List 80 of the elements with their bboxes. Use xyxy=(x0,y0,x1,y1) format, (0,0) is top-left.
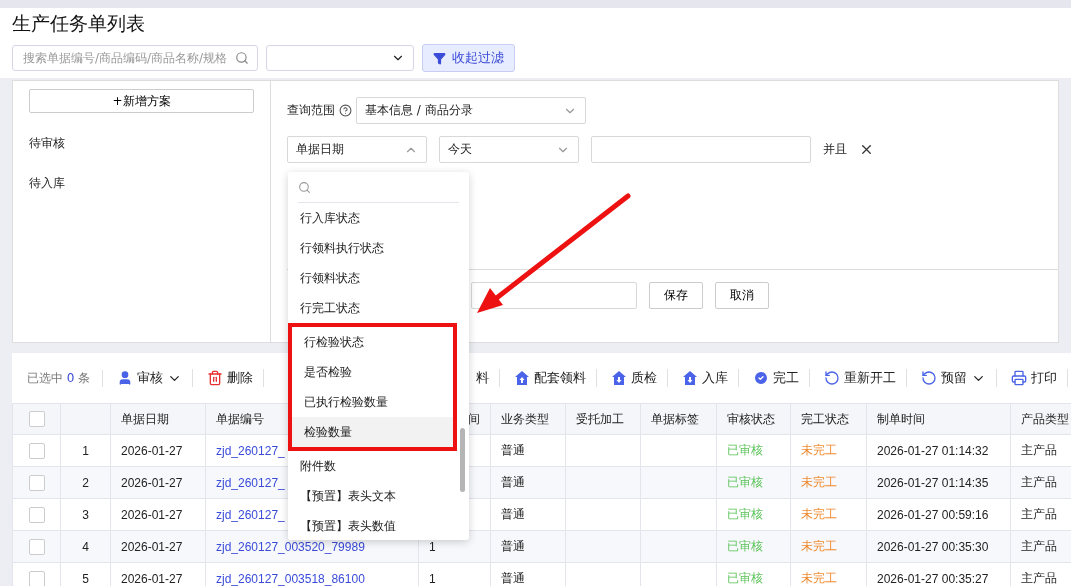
table-cell: 2026-01-27 xyxy=(110,434,206,467)
toolbar-button[interactable]: 打印 xyxy=(997,369,1069,387)
column-header: 受托加工 xyxy=(565,403,641,435)
scheme-item[interactable]: 待审核 xyxy=(29,135,254,153)
selected-count: 已选中 0 条 xyxy=(27,369,104,387)
table-cell: 2026-01-27 00:59:16 xyxy=(866,498,1011,531)
scheme-name-field[interactable] xyxy=(471,282,637,309)
print-icon xyxy=(1011,370,1028,386)
dropdown-item[interactable]: 【预置】表头数值 xyxy=(288,511,449,540)
toolbar-button[interactable]: 完工 xyxy=(739,369,811,387)
column-header: 单据标签 xyxy=(640,403,717,435)
table-cell: 1 xyxy=(60,434,111,467)
table-cell: 普通 xyxy=(490,530,566,563)
column-header: 制单时间 xyxy=(866,403,1011,435)
search-field[interactable]: 搜索单据编号/商品编码/商品名称/规格 xyxy=(12,45,258,71)
filter-icon xyxy=(433,51,446,65)
table-cell: 未完工 xyxy=(790,434,867,467)
table-cell: 未完工 xyxy=(790,498,867,531)
restart-icon xyxy=(921,370,938,386)
select-field[interactable] xyxy=(266,45,414,71)
toolbar-button[interactable]: 删除 xyxy=(193,369,265,387)
collapse-filter-button[interactable]: 收起过滤 xyxy=(422,44,515,72)
table-cell: 未完工 xyxy=(790,530,867,563)
column-header: 业务类型 xyxy=(490,403,566,435)
table-cell: 4 xyxy=(60,530,111,563)
checkbox[interactable] xyxy=(28,570,45,586)
save-button[interactable]: 保存 xyxy=(649,282,703,309)
trash-icon xyxy=(207,370,224,386)
toolbar-button[interactable]: 质检 xyxy=(597,369,669,387)
download-icon xyxy=(682,370,699,386)
scope-select[interactable]: 基本信息 / 商品分录 xyxy=(356,97,586,124)
close-icon[interactable] xyxy=(859,142,874,157)
toolbar-button[interactable]: 入库 xyxy=(668,369,740,387)
table-cell: 已审核 xyxy=(716,434,791,467)
checkbox[interactable] xyxy=(28,538,45,555)
table-cell: 已审核 xyxy=(716,530,791,563)
table-cell: 2026-01-27 01:14:32 xyxy=(866,434,1011,467)
toolbar-button[interactable]: 配套领料 xyxy=(500,369,598,387)
column-header: 完工状态 xyxy=(790,403,867,435)
table-cell: 2026-01-27 01:14:35 xyxy=(866,466,1011,499)
table-cell: 2026-01-27 xyxy=(110,530,206,563)
toolbar-button[interactable]: 审核 xyxy=(103,369,194,387)
table-cell: 2026-01-27 xyxy=(110,466,206,499)
new-scheme-button[interactable]: +新增方案 xyxy=(29,89,254,113)
table-cell: 2026-01-27 xyxy=(110,498,206,531)
upload-icon xyxy=(514,370,531,386)
help-icon xyxy=(339,104,352,117)
scope-label: 查询范围 xyxy=(287,102,335,119)
table-cell: 2026-01-27 00:35:30 xyxy=(866,530,1011,563)
column-header: 单据日期 xyxy=(110,403,206,435)
table-cell: 已审核 xyxy=(716,466,791,499)
toolbar-button[interactable]: 预留 xyxy=(907,369,998,387)
table-cell: 未完工 xyxy=(790,466,867,499)
table-cell: 已审核 xyxy=(716,498,791,531)
table-cell: 2 xyxy=(60,466,111,499)
cancel-button[interactable]: 取消 xyxy=(715,282,769,309)
connector-label: 并且 xyxy=(823,141,847,158)
check-circle-icon xyxy=(753,370,770,386)
value-field[interactable] xyxy=(591,136,811,163)
toolbar-button[interactable]: 重新开工 xyxy=(810,369,908,387)
dropdown-item[interactable]: 检验数量 xyxy=(292,417,453,447)
table-cell: 3 xyxy=(60,498,111,531)
column-header: 审核状态 xyxy=(716,403,791,435)
checkbox[interactable] xyxy=(28,411,45,427)
checkbox[interactable] xyxy=(28,506,45,523)
checkbox[interactable] xyxy=(28,442,45,459)
table-cell: 普通 xyxy=(490,498,566,531)
restart-icon xyxy=(824,370,841,386)
operator-select[interactable]: 今天 xyxy=(439,136,579,163)
field-select[interactable]: 单据日期 xyxy=(287,136,427,163)
download-icon xyxy=(611,370,628,386)
column-header: 产品类型 xyxy=(1010,403,1071,435)
checkbox[interactable] xyxy=(28,474,45,491)
scrollbar-thumb[interactable] xyxy=(460,428,465,492)
table-cell: 普通 xyxy=(490,466,566,499)
search-icon xyxy=(235,51,249,65)
search-icon xyxy=(298,180,311,194)
table-cell: 普通 xyxy=(490,434,566,467)
scheme-item[interactable]: 待入库 xyxy=(29,175,254,193)
page-title: 生产任务单列表 xyxy=(12,11,146,36)
